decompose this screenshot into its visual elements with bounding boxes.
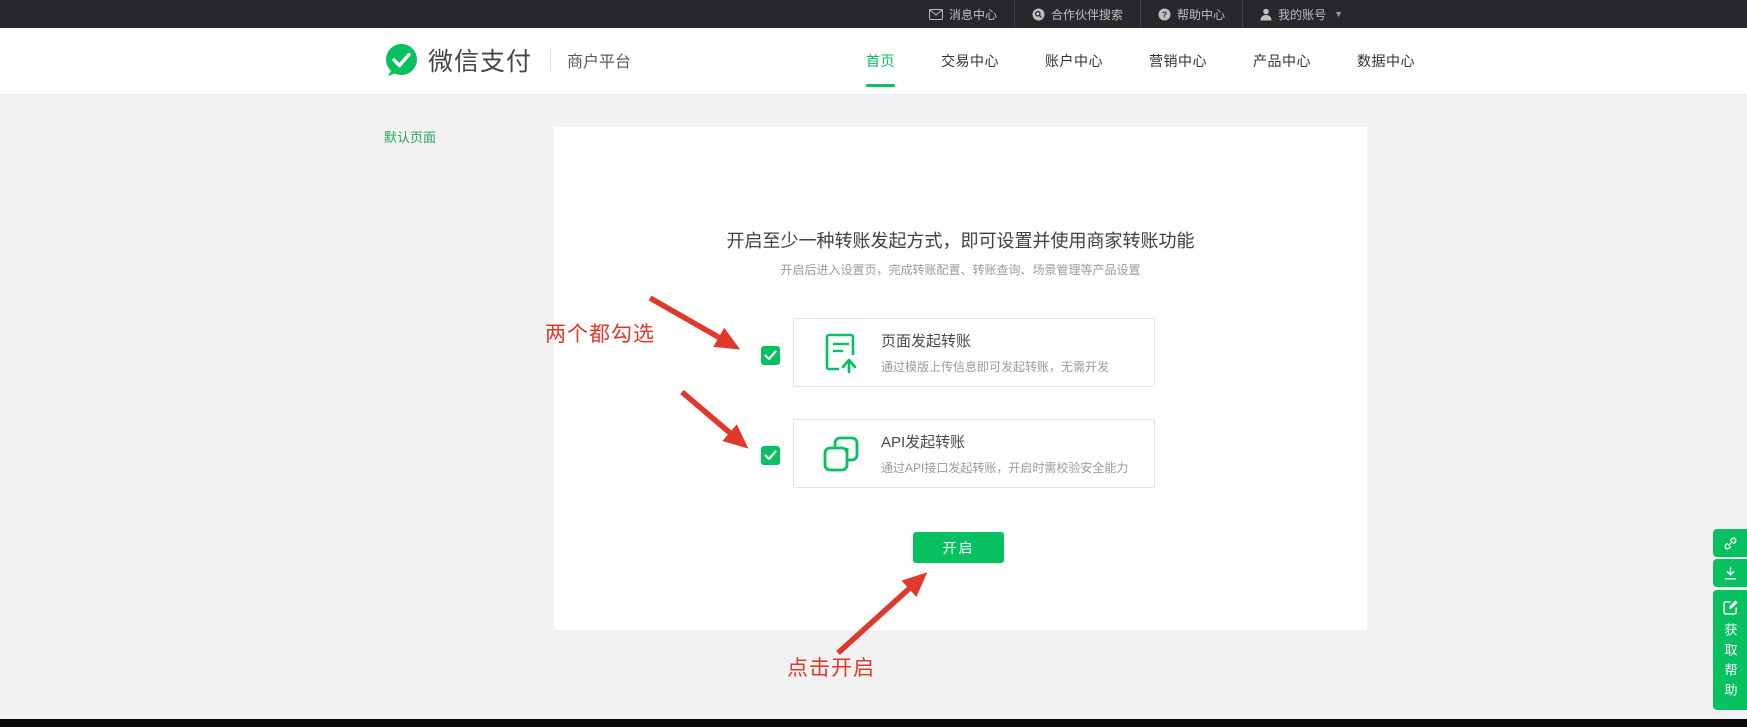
option-title: API发起转账 xyxy=(881,431,1128,452)
edit-icon xyxy=(1722,599,1739,616)
bottom-strip xyxy=(0,719,1747,727)
checkmark-icon xyxy=(764,350,777,361)
site-header: 微信支付 商户平台 首页 交易中心 账户中心 营销中心 产品中心 数据中心 xyxy=(0,28,1747,95)
sidebar-item-default-page[interactable]: 默认页面 xyxy=(384,127,436,146)
get-help-button[interactable]: 获取帮助 xyxy=(1713,590,1747,710)
chevron-down-icon: ▼ xyxy=(1334,9,1343,19)
brand[interactable]: 微信支付 商户平台 xyxy=(384,42,631,78)
download-button[interactable] xyxy=(1713,559,1747,587)
annotation-click-open: 点击开启 xyxy=(787,652,875,682)
partner-search-icon xyxy=(1032,8,1045,21)
option-card-api-transfer[interactable]: API发起转账 通过API接口发起转账，开启时需校验安全能力 xyxy=(793,419,1155,488)
option-texts: API发起转账 通过API接口发起转账，开启时需校验安全能力 xyxy=(881,431,1128,476)
link-button[interactable] xyxy=(1713,529,1747,557)
menu-label: 我的账号 xyxy=(1278,6,1326,23)
transfer-setup-panel: 开启至少一种转账发起方式，即可设置并使用商家转账功能 开启后进入设置页，完成转账… xyxy=(554,127,1367,630)
checkbox-page-transfer[interactable] xyxy=(761,346,780,365)
option-texts: 页面发起转账 通过模版上传信息即可发起转账，无需开发 xyxy=(881,330,1109,375)
page-subtitle: 开启后进入设置页，完成转账配置、转账查询、场景管理等产品设置 xyxy=(554,261,1367,278)
menu-label: 帮助中心 xyxy=(1177,6,1225,23)
option-card-page-transfer[interactable]: 页面发起转账 通过模版上传信息即可发起转账，无需开发 xyxy=(793,318,1155,387)
download-icon xyxy=(1722,565,1739,582)
page-title: 开启至少一种转账发起方式，即可设置并使用商家转账功能 xyxy=(554,227,1367,253)
help-center-menu-item[interactable]: ? 帮助中心 xyxy=(1140,0,1242,28)
option-description: 通过模版上传信息即可发起转账，无需开发 xyxy=(881,358,1109,375)
nav-data-center[interactable]: 数据中心 xyxy=(1357,28,1415,94)
nav-home[interactable]: 首页 xyxy=(866,28,895,94)
question-icon: ? xyxy=(1158,8,1171,21)
top-utility-bar: 消息中心 合作伙伴搜索 ? 帮助中心 我的账号 ▼ xyxy=(0,0,1747,28)
checkmark-icon xyxy=(764,450,777,461)
brand-divider xyxy=(550,49,551,71)
user-icon xyxy=(1260,8,1272,21)
open-button[interactable]: 开启 xyxy=(913,532,1004,563)
nav-transaction-center[interactable]: 交易中心 xyxy=(941,28,999,94)
portal-name: 商户平台 xyxy=(567,48,631,72)
wechat-pay-logo-icon xyxy=(384,43,419,78)
option-description: 通过API接口发起转账，开启时需校验安全能力 xyxy=(881,459,1128,476)
api-blocks-icon xyxy=(821,433,861,475)
floating-side-toolbar: 获取帮助 xyxy=(1713,529,1747,710)
my-account-menu-item[interactable]: 我的账号 ▼ xyxy=(1242,0,1360,28)
main-nav: 首页 交易中心 账户中心 营销中心 产品中心 数据中心 xyxy=(866,28,1415,94)
partner-search-menu-item[interactable]: 合作伙伴搜索 xyxy=(1014,0,1140,28)
menu-label: 消息中心 xyxy=(949,6,997,23)
menu-label: 合作伙伴搜索 xyxy=(1051,6,1123,23)
brand-name: 微信支付 xyxy=(428,42,532,78)
checkbox-api-transfer[interactable] xyxy=(761,446,780,465)
wechat-pay-merchant-page: 消息中心 合作伙伴搜索 ? 帮助中心 我的账号 ▼ xyxy=(0,0,1747,727)
document-upload-icon xyxy=(821,332,861,374)
annotation-check-both: 两个都勾选 xyxy=(545,318,655,348)
nav-product-center[interactable]: 产品中心 xyxy=(1253,28,1311,94)
nav-account-center[interactable]: 账户中心 xyxy=(1045,28,1103,94)
option-title: 页面发起转账 xyxy=(881,330,1109,351)
nav-marketing-center[interactable]: 营销中心 xyxy=(1149,28,1207,94)
link-icon xyxy=(1722,535,1739,552)
envelope-icon xyxy=(929,9,943,20)
get-help-label: 获取帮助 xyxy=(1721,623,1740,703)
message-center-menu-item[interactable]: 消息中心 xyxy=(912,0,1014,28)
svg-text:?: ? xyxy=(1162,9,1167,19)
